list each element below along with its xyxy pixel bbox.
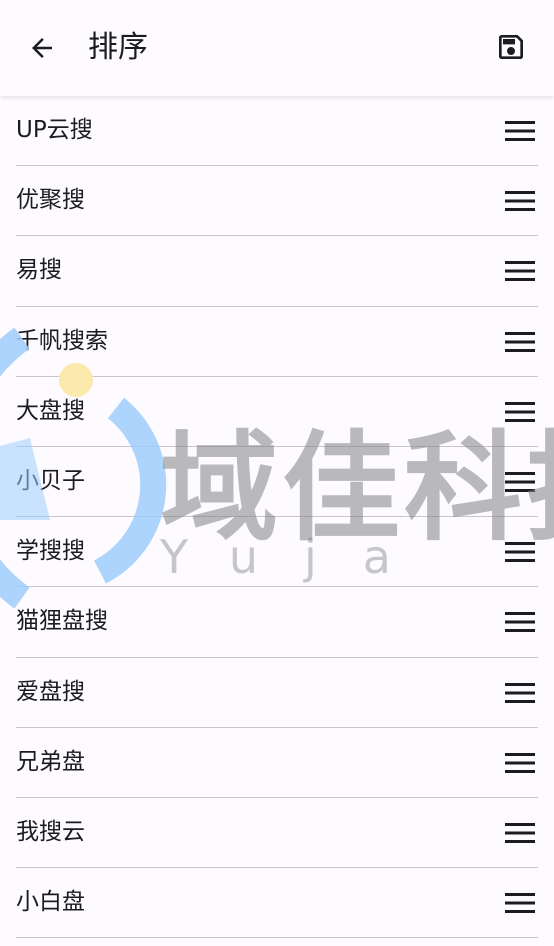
arrow-left-icon [32, 38, 52, 58]
list-item-label: 我搜云 [16, 818, 85, 845]
list-item-label: 易搜 [16, 257, 62, 284]
save-icon [499, 35, 523, 59]
drag-handle[interactable] [502, 748, 538, 778]
drag-handle[interactable] [502, 678, 538, 708]
drag-handle[interactable] [502, 607, 538, 637]
list-item-label: 猫狸盘搜 [16, 608, 108, 635]
list-item-label: 小贝子 [16, 467, 85, 494]
list-item[interactable]: 我搜云 [0, 798, 554, 869]
list-item[interactable]: 优聚搜 [0, 166, 554, 237]
drag-handle-icon [505, 121, 535, 141]
list-item-label: 兄弟盘 [16, 748, 85, 775]
drag-handle[interactable] [502, 256, 538, 286]
page-title: 排序 [88, 30, 148, 65]
drag-handle-icon [505, 893, 535, 914]
list-item-label: 千帆搜索 [16, 327, 108, 354]
list-item-label: UP云搜 [16, 117, 93, 143]
back-button[interactable] [22, 26, 62, 70]
drag-handle[interactable] [502, 537, 538, 567]
drag-handle-icon [505, 612, 535, 633]
list-item[interactable]: 小贝子 [0, 447, 554, 518]
list-item-label: 爱盘搜 [16, 678, 85, 705]
drag-handle-icon [505, 191, 535, 212]
list-item-label: 大盘搜 [16, 397, 85, 424]
drag-handle-icon [505, 331, 535, 352]
list-item[interactable]: 易搜 [0, 236, 554, 307]
app-screen: 排序 UP云搜优聚搜易搜千帆搜索大盘搜小贝子学搜搜猫狸盘搜爱盘搜兄弟盘我搜云小白… [0, 0, 554, 946]
drag-handle[interactable] [502, 888, 538, 918]
drag-handle-icon [505, 401, 535, 422]
drag-handle[interactable] [502, 397, 538, 427]
list-item[interactable]: 千帆搜索 [0, 307, 554, 377]
list-item[interactable]: 爱盘搜 [0, 658, 554, 728]
list-item-label: 优聚搜 [16, 187, 85, 214]
drag-handle[interactable] [502, 116, 538, 146]
drag-handle-icon [505, 682, 535, 703]
list-item[interactable]: UP云搜 [0, 96, 554, 167]
drag-handle[interactable] [502, 186, 538, 216]
list-item[interactable]: 小白盘 [0, 868, 554, 939]
drag-handle[interactable] [502, 327, 538, 357]
drag-handle[interactable] [502, 818, 538, 848]
save-button[interactable] [490, 26, 532, 68]
list-item-label: 学搜搜 [16, 538, 85, 565]
sort-list: UP云搜优聚搜易搜千帆搜索大盘搜小贝子学搜搜猫狸盘搜爱盘搜兄弟盘我搜云小白盘 [0, 96, 554, 939]
list-item[interactable]: 兄弟盘 [0, 728, 554, 799]
list-item[interactable]: 学搜搜 [0, 517, 554, 588]
list-item[interactable]: 大盘搜 [0, 377, 554, 448]
drag-handle-icon [505, 542, 535, 563]
top-app-bar: 排序 [0, 0, 554, 96]
drag-handle-icon [505, 261, 535, 282]
list-item[interactable]: 猫狸盘搜 [0, 587, 554, 658]
list-item-label: 小白盘 [16, 889, 85, 916]
drag-handle-icon [505, 471, 535, 492]
drag-handle-icon [505, 752, 535, 773]
drag-handle[interactable] [502, 467, 538, 497]
drag-handle-icon [505, 822, 535, 843]
